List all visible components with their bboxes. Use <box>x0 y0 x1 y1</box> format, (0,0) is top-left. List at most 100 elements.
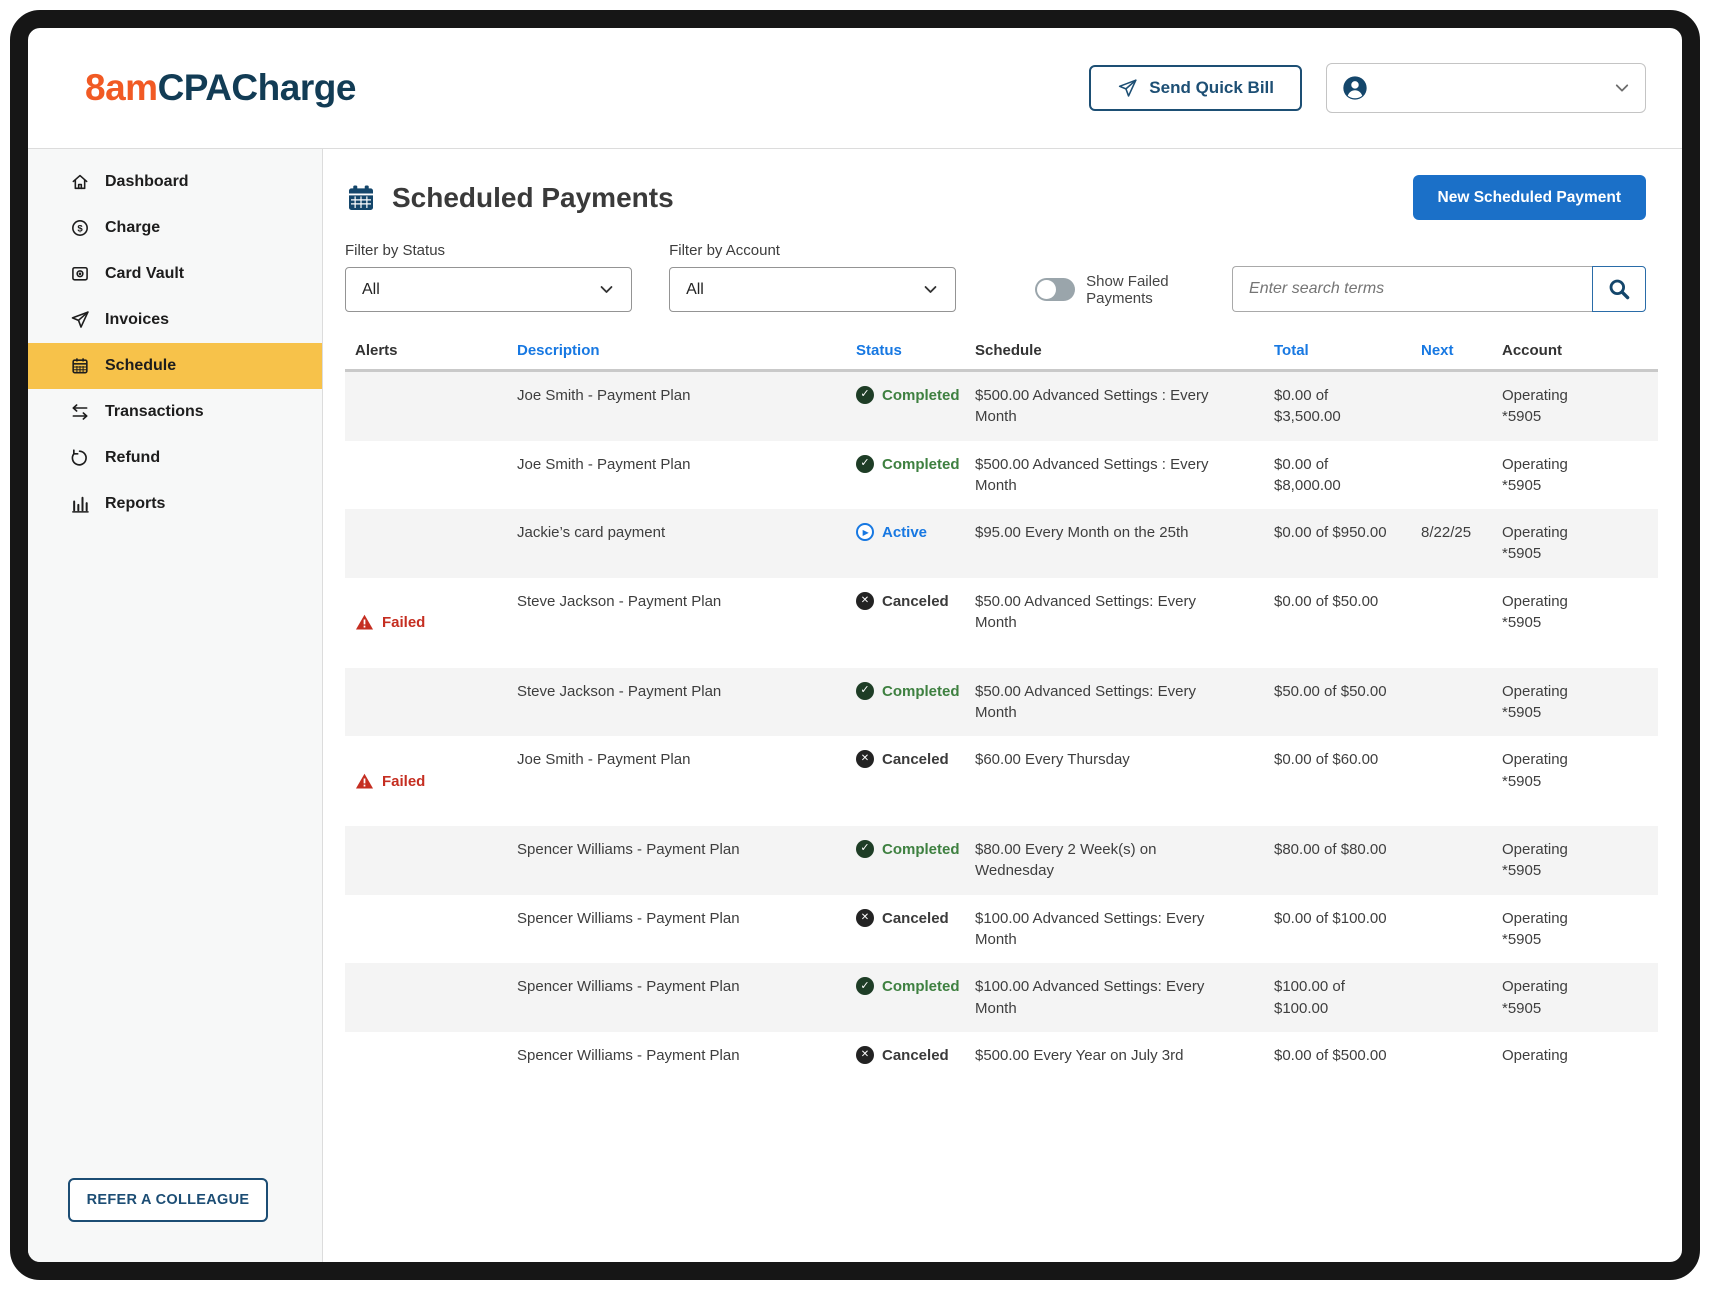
title-row: Scheduled Payments New Scheduled Payment <box>345 175 1646 220</box>
next-cell <box>1411 372 1492 441</box>
sidebar-item-dashboard[interactable]: Dashboard <box>28 159 322 205</box>
column-header-status[interactable]: Status <box>846 342 965 359</box>
next-cell <box>1411 736 1492 826</box>
status-badge: Canceled <box>846 736 965 826</box>
show-failed-payments-toggle[interactable] <box>1035 278 1075 301</box>
total-cell: $0.00 of $950.00 <box>1264 509 1411 578</box>
app-window: 8amCPACharge Send Quick Bill <box>0 0 1710 1290</box>
description-cell: Joe Smith - Payment Plan <box>507 736 846 826</box>
status-icon <box>856 455 874 473</box>
new-scheduled-payment-button[interactable]: New Scheduled Payment <box>1413 175 1646 220</box>
alert-cell <box>345 826 507 895</box>
next-cell <box>1411 668 1492 737</box>
paper-plane-icon <box>1117 78 1138 99</box>
status-icon <box>856 909 874 927</box>
sidebar: Dashboard $ Charge Card Vault Invoices S… <box>28 149 323 1262</box>
app-frame: 8amCPACharge Send Quick Bill <box>10 10 1700 1280</box>
account-filter-value: All <box>686 281 704 299</box>
column-header-total[interactable]: Total <box>1264 342 1411 359</box>
account-cell: Operating <box>1492 1032 1658 1079</box>
alert-cell <box>345 895 507 964</box>
column-header-next[interactable]: Next <box>1411 342 1492 359</box>
next-cell: 8/22/25 <box>1411 509 1492 578</box>
alert-cell: Failed <box>345 578 507 668</box>
status-icon <box>856 386 874 404</box>
send-quick-bill-button[interactable]: Send Quick Bill <box>1089 65 1302 111</box>
schedule-cell: $100.00 Advanced Settings: Every Month <box>965 963 1264 1032</box>
sidebar-item-refund[interactable]: Refund <box>28 435 322 481</box>
main-content: Scheduled Payments New Scheduled Payment… <box>323 149 1682 1262</box>
calendar-icon <box>345 182 377 214</box>
table-header: Alerts Description Status Schedule Total… <box>345 342 1658 372</box>
account-filter-select[interactable]: All <box>669 267 956 312</box>
table-row[interactable]: Joe Smith - Payment Plan Completed $500.… <box>345 441 1658 510</box>
status-icon <box>856 977 874 995</box>
description-cell: Steve Jackson - Payment Plan <box>507 578 846 668</box>
status-filter-select[interactable]: All <box>345 267 632 312</box>
account-cell: Operating *5905 <box>1492 736 1658 826</box>
column-header-description[interactable]: Description <box>507 342 846 359</box>
table-row[interactable]: Failed Steve Jackson - Payment Plan Canc… <box>345 578 1658 668</box>
toggle-knob <box>1037 280 1056 299</box>
next-cell <box>1411 826 1492 895</box>
next-cell <box>1411 963 1492 1032</box>
schedule-cell: $50.00 Advanced Settings: Every Month <box>965 578 1264 668</box>
sidebar-item-invoices[interactable]: Invoices <box>28 297 322 343</box>
schedule-cell: $100.00 Advanced Settings: Every Month <box>965 895 1264 964</box>
user-avatar-icon <box>1341 74 1369 102</box>
table-row[interactable]: Spencer Williams - Payment Plan Canceled… <box>345 1032 1658 1079</box>
refer-a-colleague-button[interactable]: REFER A COLLEAGUE <box>68 1178 268 1222</box>
table-row[interactable]: Steve Jackson - Payment Plan Completed $… <box>345 668 1658 737</box>
status-icon <box>856 592 874 610</box>
alert-cell: Failed <box>345 736 507 826</box>
alert-cell <box>345 963 507 1032</box>
alert-cell <box>345 1032 507 1079</box>
dollar-circle-icon: $ <box>70 218 90 238</box>
sidebar-item-card-vault[interactable]: Card Vault <box>28 251 322 297</box>
sidebar-item-transactions[interactable]: Transactions <box>28 389 322 435</box>
filter-bar: Filter by Status All Filter by Account A… <box>345 242 1646 312</box>
account-cell: Operating *5905 <box>1492 826 1658 895</box>
alert-cell <box>345 372 507 441</box>
schedule-cell: $500.00 Advanced Settings : Every Month <box>965 441 1264 510</box>
total-cell: $100.00 of $100.00 <box>1264 963 1411 1032</box>
table-row[interactable]: Spencer Williams - Payment Plan Canceled… <box>345 895 1658 964</box>
description-cell: Joe Smith - Payment Plan <box>507 441 846 510</box>
schedule-cell: $95.00 Every Month on the 25th <box>965 509 1264 578</box>
account-cell: Operating *5905 <box>1492 441 1658 510</box>
table-row[interactable]: Spencer Williams - Payment Plan Complete… <box>345 963 1658 1032</box>
account-cell: Operating *5905 <box>1492 668 1658 737</box>
next-cell <box>1411 895 1492 964</box>
filter-by-status-label: Filter by Status <box>345 242 632 259</box>
total-cell: $0.00 of $100.00 <box>1264 895 1411 964</box>
search-input[interactable] <box>1232 266 1592 312</box>
schedule-cell: $500.00 Every Year on July 3rd <box>965 1032 1264 1079</box>
status-badge: Canceled <box>846 1032 965 1079</box>
table-row[interactable]: Jackie’s card payment Active $95.00 Ever… <box>345 509 1658 578</box>
next-cell <box>1411 441 1492 510</box>
total-cell: $50.00 of $50.00 <box>1264 668 1411 737</box>
search-button[interactable] <box>1592 266 1646 312</box>
sidebar-item-reports[interactable]: Reports <box>28 481 322 527</box>
table-row[interactable]: Spencer Williams - Payment Plan Complete… <box>345 826 1658 895</box>
svg-text:$: $ <box>77 224 83 235</box>
next-cell <box>1411 1032 1492 1079</box>
account-menu[interactable] <box>1326 63 1646 113</box>
table-row[interactable]: Joe Smith - Payment Plan Completed $500.… <box>345 372 1658 441</box>
sidebar-item-charge[interactable]: $ Charge <box>28 205 322 251</box>
warning-triangle-icon <box>355 613 374 632</box>
status-icon <box>856 840 874 858</box>
description-cell: Spencer Williams - Payment Plan <box>507 1032 846 1079</box>
table-row[interactable]: Failed Joe Smith - Payment Plan Canceled… <box>345 736 1658 826</box>
status-badge: Completed <box>846 441 965 510</box>
sidebar-item-schedule[interactable]: Schedule <box>28 343 322 389</box>
alert-cell <box>345 668 507 737</box>
bar-chart-icon <box>70 494 90 514</box>
table-rows: Joe Smith - Payment Plan Completed $500.… <box>345 372 1658 1079</box>
total-cell: $0.00 of $500.00 <box>1264 1032 1411 1079</box>
chevron-down-icon <box>922 281 939 298</box>
filter-by-status-group: Filter by Status All <box>345 242 632 312</box>
show-failed-payments-label: Show Failed Payments <box>1086 273 1232 307</box>
undo-arrow-icon <box>70 448 90 468</box>
status-badge: Completed <box>846 826 965 895</box>
